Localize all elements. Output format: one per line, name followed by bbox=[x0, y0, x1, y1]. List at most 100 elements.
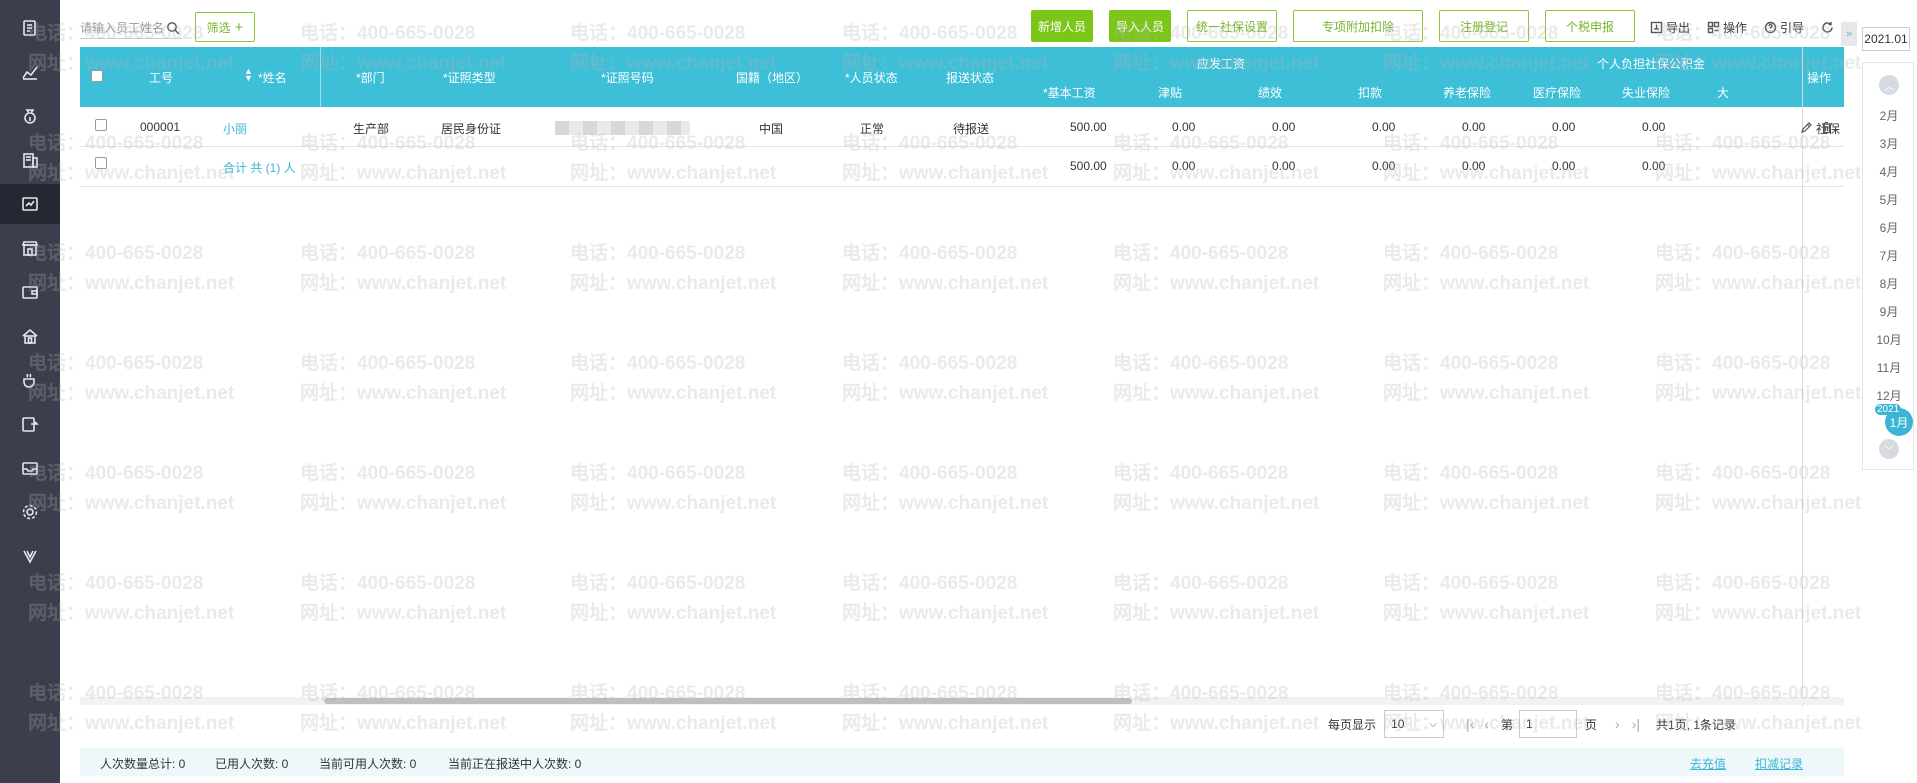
month-item[interactable]: 8月 bbox=[1863, 275, 1915, 292]
month-item[interactable]: 3月 bbox=[1863, 135, 1915, 152]
watermark-site: 网址：www.chanjet.net bbox=[842, 713, 1049, 734]
reporting-count: 当前正在报送中人次数: 0 bbox=[448, 757, 582, 771]
cell-unemployment: 0.00 bbox=[1642, 120, 1666, 134]
total-row-checkbox[interactable] bbox=[95, 157, 107, 169]
sidebar-inbox-icon[interactable] bbox=[0, 448, 60, 488]
pagination: 每页显示 10 ⌵ |‹ ‹ 第 1 页 › ›| 共1页, 1条记录 bbox=[1328, 710, 1736, 738]
sidebar-document-icon[interactable] bbox=[0, 8, 60, 48]
deduction-record-link[interactable]: 扣减记录 bbox=[1755, 755, 1803, 772]
total-pension: 0.00 bbox=[1462, 159, 1486, 173]
sidebar-money-bag-icon[interactable] bbox=[0, 96, 60, 136]
recharge-link[interactable]: 去充值 bbox=[1690, 755, 1726, 772]
filter-button[interactable]: 筛选 + bbox=[195, 12, 255, 42]
per-page-value: 10 bbox=[1391, 717, 1405, 731]
header-id-type[interactable]: *证照类型 bbox=[443, 69, 496, 86]
sidebar-v-logo-icon[interactable] bbox=[0, 536, 60, 576]
cell-name-link[interactable]: 小丽 bbox=[223, 120, 247, 137]
header-performance[interactable]: 绩效 bbox=[1258, 84, 1282, 101]
month-item[interactable]: 2月 bbox=[1863, 107, 1915, 124]
sidebar bbox=[0, 0, 60, 783]
header-person-status[interactable]: *人员状态 bbox=[845, 69, 898, 86]
total-label: 合计 共 (1) 人 bbox=[223, 161, 296, 175]
horizontal-scrollbar[interactable] bbox=[80, 697, 1844, 705]
month-item[interactable]: 7月 bbox=[1863, 247, 1915, 264]
month-item[interactable]: 5月 bbox=[1863, 191, 1915, 208]
registration-button[interactable]: 注册登记 bbox=[1439, 10, 1529, 42]
header-name[interactable]: *姓名 bbox=[258, 69, 287, 86]
last-page-icon[interactable]: ›| bbox=[1632, 716, 1640, 732]
import-person-button[interactable]: 导入人员 bbox=[1109, 10, 1171, 42]
sort-icon[interactable]: ▲ ▼ bbox=[244, 67, 253, 83]
page-number-input[interactable]: 1 bbox=[1519, 710, 1578, 738]
table-row[interactable]: 000001 小丽 生产部 居民身份证 中国 正常 待报送 500.00 0.0… bbox=[80, 107, 1844, 147]
export-label: 导出 bbox=[1666, 20, 1691, 35]
sidebar-payroll-icon[interactable] bbox=[0, 184, 60, 224]
select-all-checkbox[interactable] bbox=[91, 70, 103, 82]
guide-link[interactable]: 引导 bbox=[1764, 18, 1804, 36]
delete-icon[interactable] bbox=[1820, 121, 1833, 134]
page-prefix: 第 bbox=[1501, 717, 1514, 732]
header-base-salary[interactable]: *基本工资 bbox=[1043, 84, 1096, 101]
sidebar-settings-icon[interactable] bbox=[0, 492, 60, 532]
header-medical[interactable]: 医疗保险 bbox=[1533, 84, 1581, 101]
header-deduction[interactable]: 扣款 bbox=[1358, 84, 1382, 101]
header-wages-group: 应发工资 bbox=[1197, 57, 1246, 71]
cell-medical: 0.00 bbox=[1552, 120, 1576, 134]
prev-page-icon[interactable]: ‹ bbox=[1484, 716, 1489, 732]
header-id-number[interactable]: *证照号码 bbox=[601, 69, 654, 86]
period-input[interactable]: 2021.01 bbox=[1862, 27, 1910, 51]
header-nationality[interactable]: 国籍（地区） bbox=[736, 69, 808, 86]
month-item[interactable]: 4月 bbox=[1863, 163, 1915, 180]
sidebar-store-icon[interactable] bbox=[0, 228, 60, 268]
header-id[interactable]: 工号 bbox=[149, 69, 173, 86]
month-item[interactable]: 12月 bbox=[1863, 387, 1915, 404]
header-dept[interactable]: *部门 bbox=[356, 69, 385, 86]
cell-allowance: 0.00 bbox=[1172, 120, 1196, 134]
expand-panel-icon[interactable]: » bbox=[1841, 22, 1857, 46]
search-icon[interactable] bbox=[166, 21, 180, 35]
unified-social-security-button[interactable]: 统一社保设置 bbox=[1187, 10, 1277, 42]
header-report-status[interactable]: 报送状态 bbox=[946, 69, 994, 86]
month-item[interactable]: 9月 bbox=[1863, 303, 1915, 320]
pagination-summary: 共1页, 1条记录 bbox=[1656, 717, 1737, 732]
sidebar-coffee-cup-icon[interactable] bbox=[0, 360, 60, 400]
status-bar: 人次数量总计: 0 已用人次数: 0 当前可用人次数: 0 当前正在报送中人次数… bbox=[80, 748, 1844, 776]
operation-label: 操作 bbox=[1723, 20, 1748, 35]
header-pension[interactable]: 养老保险 bbox=[1443, 84, 1491, 101]
sidebar-wallet-icon[interactable] bbox=[0, 272, 60, 312]
scrollbar-thumb[interactable] bbox=[324, 698, 1132, 704]
row-checkbox[interactable] bbox=[95, 119, 107, 131]
per-page-label: 每页显示 bbox=[1328, 717, 1377, 732]
grid-settings-icon bbox=[1707, 21, 1720, 33]
employee-table: 工号 ▲ ▼ *姓名 *部门 *证照类型 *证照号码 国籍（地区） *人员状态 报… bbox=[80, 47, 1844, 707]
add-person-button[interactable]: 新增人员 bbox=[1031, 10, 1093, 42]
month-up-icon[interactable]: ︿ bbox=[1879, 75, 1899, 95]
total-performance: 0.00 bbox=[1272, 159, 1296, 173]
header-allowance[interactable]: 津贴 bbox=[1158, 84, 1182, 101]
edit-icon[interactable] bbox=[1800, 121, 1813, 134]
employee-search-input[interactable] bbox=[80, 20, 166, 35]
watermark-site: 网址：www.chanjet.net bbox=[300, 713, 507, 734]
next-page-icon[interactable]: › bbox=[1615, 716, 1620, 732]
header-divider bbox=[320, 47, 321, 107]
per-page-select[interactable]: 10 ⌵ bbox=[1384, 710, 1445, 738]
used-count: 已用人次数: 0 bbox=[215, 757, 289, 771]
month-item[interactable]: 10月 bbox=[1863, 331, 1915, 348]
sidebar-chart-icon[interactable] bbox=[0, 52, 60, 92]
sidebar-transfer-icon[interactable] bbox=[0, 404, 60, 444]
watermark-site: 网址：www.chanjet.net bbox=[1113, 713, 1320, 734]
month-item[interactable]: 6月 bbox=[1863, 219, 1915, 236]
first-page-icon[interactable]: |‹ bbox=[1466, 716, 1474, 732]
export-link[interactable]: 导出 bbox=[1650, 18, 1690, 36]
month-item[interactable]: 11月 bbox=[1863, 359, 1915, 376]
cell-performance: 0.00 bbox=[1272, 120, 1296, 134]
special-deduction-button[interactable]: 专项附加扣除 bbox=[1293, 10, 1423, 42]
cell-report-status: 待报送 bbox=[953, 122, 990, 136]
sidebar-home-icon[interactable] bbox=[0, 316, 60, 356]
operation-link[interactable]: 操作 bbox=[1707, 18, 1747, 36]
sidebar-building-icon[interactable] bbox=[0, 140, 60, 180]
refresh-button[interactable] bbox=[1821, 18, 1834, 36]
month-down-icon[interactable]: ﹀ bbox=[1879, 439, 1899, 459]
tax-declaration-button[interactable]: 个税申报 bbox=[1545, 10, 1635, 42]
header-unemployment[interactable]: 失业保险 bbox=[1622, 84, 1670, 101]
